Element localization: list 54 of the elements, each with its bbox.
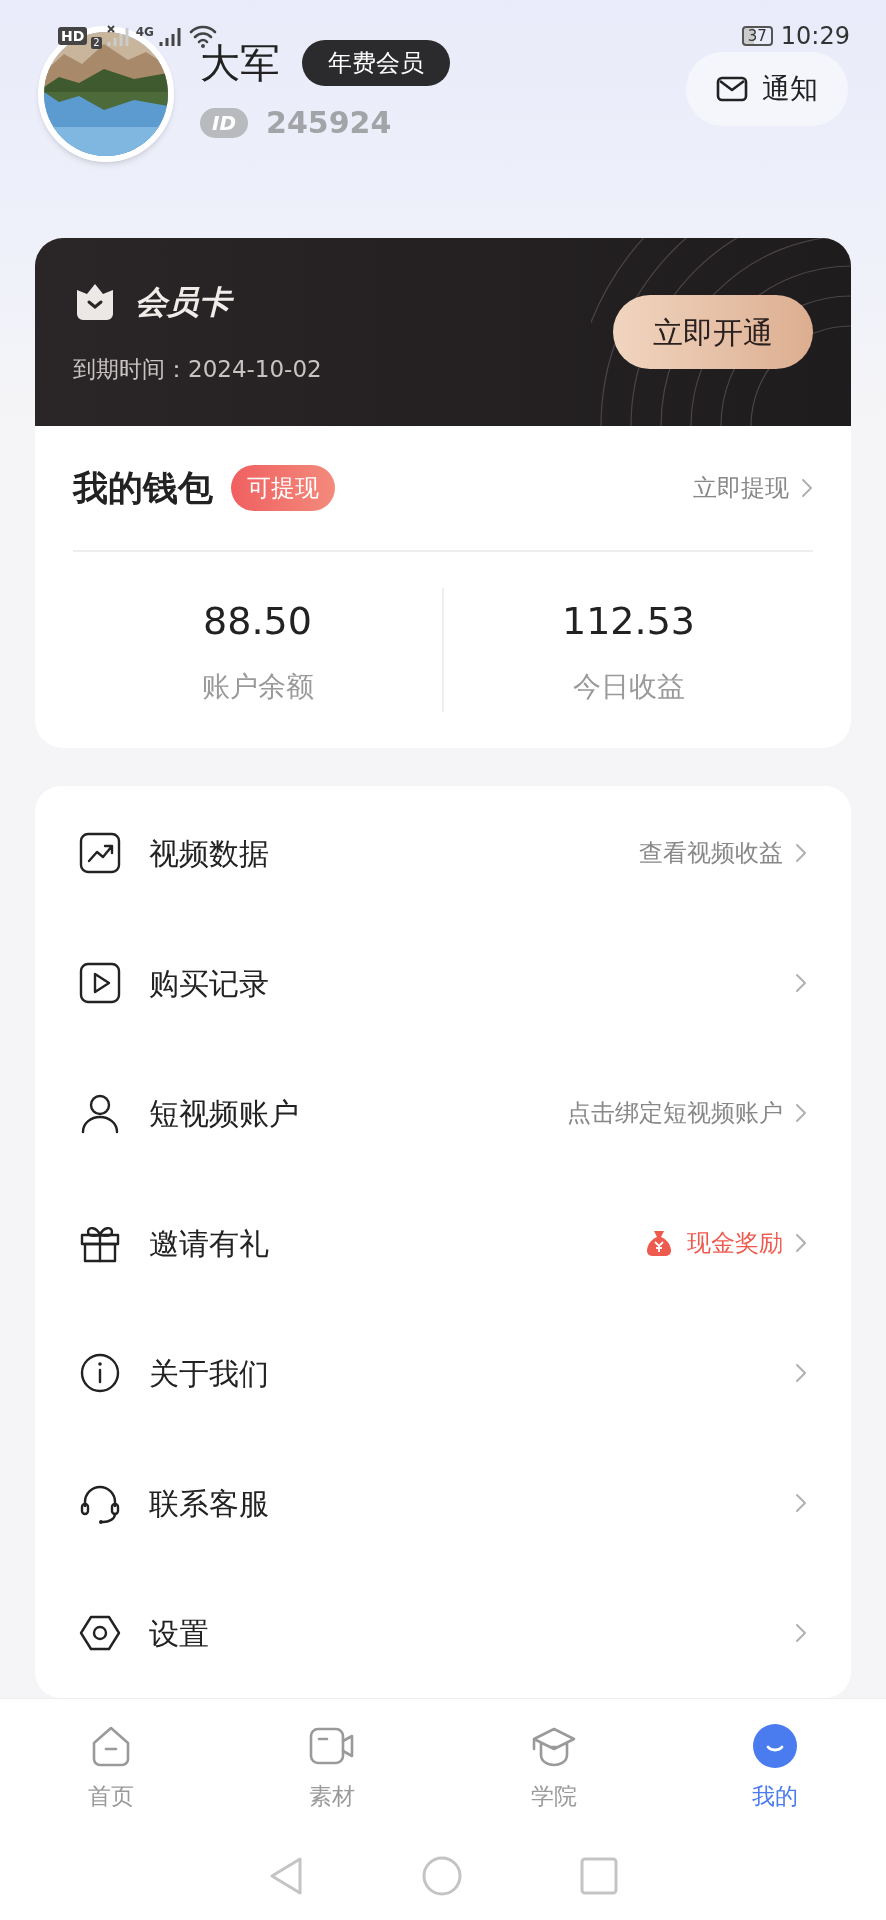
menu-item[interactable]: 邀请有礼 现金奖励 <box>35 1178 851 1308</box>
menu-label: 视频数据 <box>149 834 269 873</box>
menu-label: 短视频账户 <box>149 1094 299 1133</box>
hd-indicator: HD <box>58 27 88 45</box>
chevron-right-icon <box>795 843 807 863</box>
sim-indicator: 2 <box>91 37 102 49</box>
user-id: 245924 <box>266 104 392 142</box>
smile-icon <box>752 1723 799 1770</box>
chevron-right-icon <box>795 1623 807 1643</box>
home-circle-icon[interactable] <box>422 1856 462 1896</box>
nav-tab[interactable]: 我的 <box>664 1723 886 1814</box>
menu-item[interactable]: 关于我们 <box>35 1308 851 1438</box>
menu-label: 邀请有礼 <box>149 1224 269 1263</box>
menu-item[interactable]: 联系客服 <box>35 1438 851 1568</box>
withdraw-link[interactable]: 立即提现 <box>693 470 813 506</box>
back-icon[interactable] <box>268 1856 304 1896</box>
menu-label: 设置 <box>149 1614 209 1653</box>
menu-item[interactable]: 短视频账户 点击绑定短视频账户 <box>35 1048 851 1178</box>
stat-value: 112.53 <box>562 597 695 645</box>
withdrawable-tag: 可提现 <box>231 465 335 511</box>
stat-label: 今日收益 <box>572 668 685 705</box>
signal-icon <box>105 24 132 48</box>
menu-hint: 点击绑定短视频账户 <box>567 1098 783 1129</box>
chevron-right-icon <box>795 1103 807 1123</box>
notification-button[interactable]: 通知 <box>686 52 848 126</box>
network-type: 4G <box>135 24 154 41</box>
activate-button[interactable]: 立即开通 <box>613 295 813 369</box>
menu-label: 联系客服 <box>149 1484 269 1523</box>
chevron-right-icon <box>795 973 807 993</box>
menu-item[interactable]: 购买记录 <box>35 918 851 1048</box>
user-name: 大军 <box>200 43 280 83</box>
menu-hint: 查看视频收益 <box>639 838 783 869</box>
menu-label: 关于我们 <box>149 1354 269 1393</box>
membership-badge: 年费会员 <box>302 40 450 86</box>
stat-label: 账户余额 <box>201 668 314 705</box>
id-label: ID <box>200 107 249 138</box>
wallet-title: 我的钱包 <box>73 466 213 510</box>
trend-chart-icon <box>77 830 123 876</box>
play-icon <box>77 960 123 1006</box>
battery-indicator: 37 <box>741 26 773 46</box>
clock: 10:29 <box>780 21 850 52</box>
chevron-right-icon <box>795 1363 807 1383</box>
menu-label: 购买记录 <box>149 964 269 1003</box>
mail-icon <box>716 76 748 102</box>
chevron-right-icon <box>795 1233 807 1253</box>
menu-hint: 现金奖励 <box>687 1228 783 1259</box>
chevron-right-icon <box>801 478 813 498</box>
menu-item[interactable]: 设置 <box>35 1568 851 1698</box>
avatar[interactable] <box>38 26 174 162</box>
stat-value: 88.50 <box>203 597 312 645</box>
recents-square-icon[interactable] <box>580 1857 618 1895</box>
chevron-right-icon <box>795 1493 807 1513</box>
menu-item[interactable]: 视频数据 查看视频收益 <box>35 788 851 918</box>
expiry-date: 到期时间：2024-10-02 <box>73 354 322 384</box>
